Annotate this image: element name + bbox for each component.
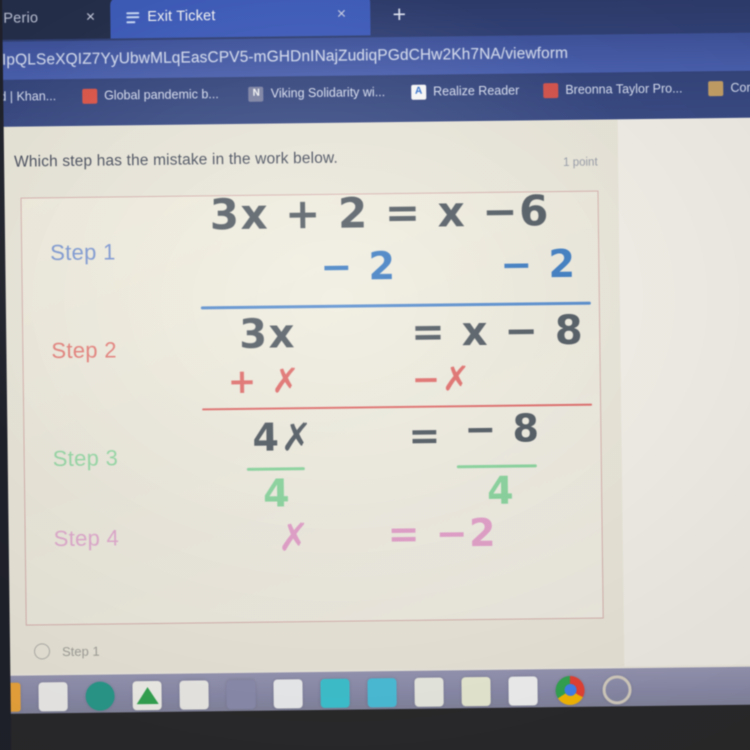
tab-title: Exit Ticket (147, 8, 216, 26)
google-forms-icon (126, 10, 141, 25)
meet-icon[interactable] (85, 681, 115, 711)
files-icon[interactable] (38, 681, 68, 711)
teal-app-icon[interactable] (320, 678, 350, 708)
scissors-icon[interactable] (226, 679, 256, 709)
browser-chrome: ohr Math Perio × Exit Ticket × + FAIpQLS… (0, 0, 750, 127)
step-label-1: Step 1 (50, 239, 116, 266)
google-drive-icon[interactable] (132, 680, 162, 710)
chromebook-screen-photo: ohr Math Perio × Exit Ticket × + FAIpQLS… (0, 0, 750, 750)
tab-exit-ticket[interactable]: Exit Ticket × (110, 0, 371, 39)
bookmark-label: Comme (730, 80, 750, 95)
bookmark-3[interactable]: N Viking Solidarity wi... (248, 85, 386, 102)
step4-result: = −2 (387, 510, 498, 557)
step3-numerator-right: − 8 (464, 406, 541, 452)
step4-variable: ✗ (277, 515, 312, 560)
step3-denominator-right: 4 (486, 468, 516, 513)
step1-left-operation: − 2 (320, 244, 397, 289)
step3-numerator-left: 4✗ (252, 415, 315, 460)
bookmark-1[interactable]: oard | Khan... (0, 89, 56, 104)
bookmark-label: oard | Khan... (0, 89, 57, 104)
bookmark-label: Viking Solidarity wi... (270, 85, 386, 101)
white-app-icon[interactable] (508, 675, 538, 706)
chrome-icon[interactable] (555, 675, 585, 705)
bookmark-6[interactable]: Comme (708, 80, 750, 96)
tab-title: ohr Math Perio (0, 10, 39, 27)
bookmark-2[interactable]: Global pandemic b... (82, 87, 219, 104)
close-icon[interactable]: × (337, 6, 347, 23)
radio-button-icon[interactable] (33, 643, 51, 660)
bookmark-5[interactable]: Breonna Taylor Pro... (543, 81, 683, 98)
close-icon[interactable]: × (86, 9, 96, 26)
equation-line-2-left: 3x (238, 311, 297, 358)
light-app-icon[interactable] (414, 676, 444, 707)
bookmark-label: Breonna Taylor Pro... (565, 81, 683, 97)
tab-math-period[interactable]: ohr Math Perio × (0, 0, 126, 41)
realize-reader-icon: A (411, 84, 427, 100)
equation-line-2-right: = x − 8 (410, 307, 585, 356)
step1-right-operation: − 2 (500, 241, 577, 287)
points-badge: 1 point (563, 156, 598, 169)
fraction-bar-left (246, 467, 305, 471)
step-label-3: Step 3 (52, 445, 119, 472)
blue-doc-icon[interactable] (273, 678, 303, 709)
handwritten-work-image: Step 1 Step 2 Step 3 Step 4 3x + 2 = x −… (20, 186, 604, 626)
new-tab-button[interactable]: + (388, 1, 410, 27)
step2-left-operation: + ✗ (227, 361, 302, 403)
url-text: FAIpQLSeXQIZ7YyUbwMLqEasCPV5-mGHDnINajZu… (0, 44, 569, 70)
step3-denominator-left: 4 (262, 471, 292, 516)
step2-right-operation: −✗ (411, 359, 472, 400)
red-bookmark-icon (82, 88, 98, 104)
page-right-margin (617, 104, 750, 667)
bear-icon (708, 80, 724, 96)
answer-option-step-1[interactable]: Step 1 (33, 643, 100, 660)
video-play-icon[interactable] (367, 677, 397, 707)
answer-option-label: Step 1 (61, 643, 100, 659)
step-label-4: Step 4 (53, 525, 120, 552)
step3-equals: = (408, 413, 443, 458)
form-page: Which step has the mistake in the work b… (0, 104, 750, 699)
rotate-icon[interactable] (602, 674, 632, 705)
bookmark-label: Global pandemic b... (104, 87, 219, 103)
bookmark-label: Realize Reader (433, 83, 520, 99)
classroom-icon[interactable] (461, 676, 491, 706)
fraction-bar-right (456, 464, 537, 469)
n-doc-icon: N (248, 86, 264, 102)
slides-icon (543, 82, 559, 98)
bookmark-4[interactable]: A Realize Reader (411, 83, 520, 100)
globe-icon[interactable] (179, 679, 209, 710)
equation-line-1: 3x + 2 = x −6 (209, 186, 551, 240)
step-label-2: Step 2 (51, 337, 117, 364)
